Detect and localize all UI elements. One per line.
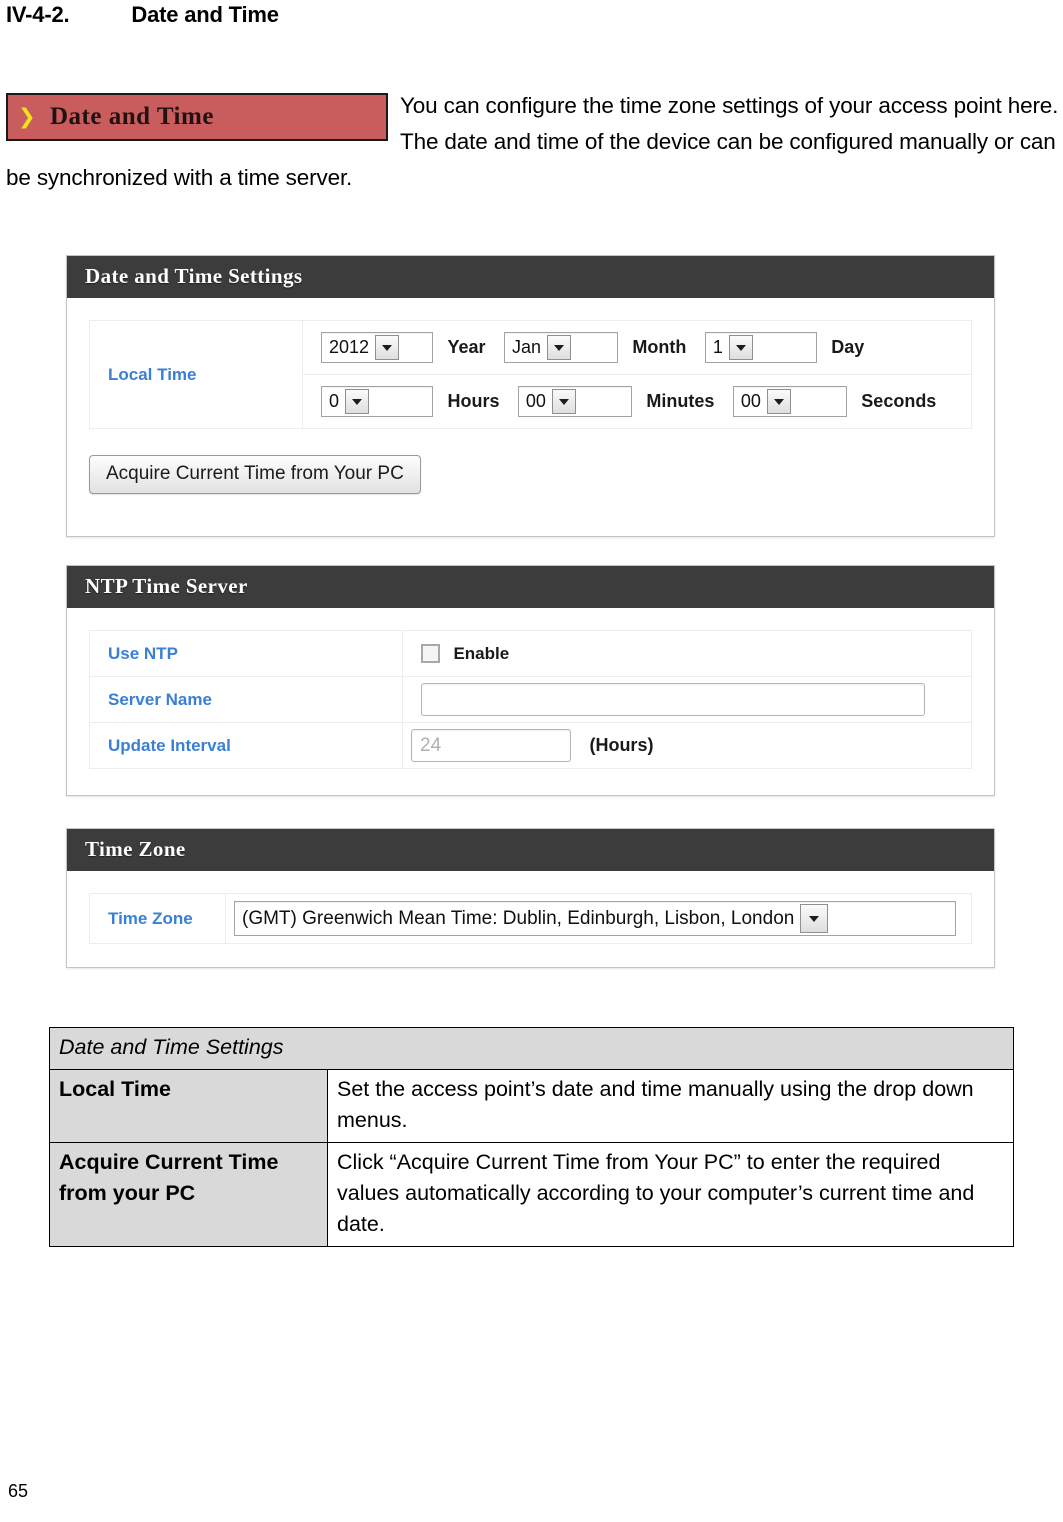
acquire-current-time-button[interactable]: Acquire Current Time from Your PC bbox=[89, 455, 421, 494]
local-time-label-cell: Local Time bbox=[89, 320, 303, 429]
chevron-down-icon[interactable] bbox=[375, 335, 400, 360]
section-number: IV-4-2. bbox=[6, 2, 70, 27]
time-zone-row: Time Zone (GMT) Greenwich Mean Time: Dub… bbox=[89, 893, 972, 944]
chevron-down-icon[interactable] bbox=[728, 335, 753, 360]
minutes-unit-label: Minutes bbox=[646, 391, 715, 411]
description-table-title: Date and Time Settings bbox=[49, 1027, 1014, 1070]
panel-body-date-time-settings: Local Time 2012 Year Jan Month 1 Day 0 H… bbox=[67, 298, 994, 514]
acquire-button-row: Acquire Current Time from Your PC bbox=[89, 455, 972, 494]
month-select[interactable]: Jan bbox=[503, 332, 618, 363]
use-ntp-value-cell: Enable bbox=[402, 630, 972, 677]
day-select[interactable]: 1 bbox=[704, 332, 817, 363]
server-name-row: Server Name bbox=[89, 676, 972, 723]
hours-select[interactable]: 0 bbox=[321, 386, 433, 417]
server-name-value-cell bbox=[402, 676, 972, 723]
time-zone-label: Time Zone bbox=[108, 908, 193, 928]
description-value-acquire-current-time: Click “Acquire Current Time from Your PC… bbox=[327, 1142, 1014, 1247]
ntp-time-server-panel: NTP Time Server Use NTP Enable Server Na… bbox=[66, 565, 995, 796]
banner-label: Date and Time bbox=[50, 103, 214, 130]
time-zone-label-cell: Time Zone bbox=[89, 893, 226, 944]
page-title: IV-4-2. Date and Time bbox=[6, 2, 279, 28]
chevron-down-icon[interactable] bbox=[345, 389, 370, 414]
time-zone-select-value: (GMT) Greenwich Mean Time: Dublin, Edinb… bbox=[242, 907, 795, 929]
time-zone-grid: Time Zone (GMT) Greenwich Mean Time: Dub… bbox=[89, 893, 972, 944]
hours-select-value: 0 bbox=[329, 391, 340, 411]
date-row-cell: 2012 Year Jan Month 1 Day bbox=[302, 320, 972, 375]
year-unit-label: Year bbox=[447, 337, 486, 357]
use-ntp-label: Use NTP bbox=[108, 643, 178, 663]
table-row: Local Time Set the access point’s date a… bbox=[49, 1069, 1014, 1143]
update-interval-units-label: (Hours) bbox=[589, 735, 654, 755]
time-zone-value-cell: (GMT) Greenwich Mean Time: Dublin, Edinb… bbox=[225, 893, 972, 944]
month-select-value: Jan bbox=[511, 337, 541, 357]
intro-block: ❯ Date and Time You can configure the ti… bbox=[6, 88, 1063, 196]
update-interval-label-cell: Update Interval bbox=[89, 722, 403, 769]
chevron-down-icon[interactable] bbox=[800, 904, 829, 933]
panel-body-ntp-time-server: Use NTP Enable Server Name Update Interv… bbox=[67, 608, 994, 789]
page-number: 65 bbox=[8, 1481, 29, 1501]
time-zone-select[interactable]: (GMT) Greenwich Mean Time: Dublin, Edinb… bbox=[234, 901, 956, 936]
update-interval-row: Update Interval 24 (Hours) bbox=[89, 722, 972, 769]
year-select-value: 2012 bbox=[329, 337, 370, 357]
description-key-acquire-current-time: Acquire Current Time from your PC bbox=[49, 1142, 328, 1247]
seconds-select-value: 00 bbox=[740, 391, 761, 411]
panel-body-time-zone: Time Zone (GMT) Greenwich Mean Time: Dub… bbox=[67, 871, 994, 964]
server-name-input[interactable] bbox=[421, 683, 925, 716]
panel-header-date-time-settings: Date and Time Settings bbox=[67, 256, 994, 298]
chevron-right-icon: ❯ bbox=[18, 104, 36, 129]
enable-ntp-label: Enable bbox=[453, 643, 510, 663]
seconds-select[interactable]: 00 bbox=[732, 386, 847, 417]
description-value-local-time: Set the access point’s date and time man… bbox=[327, 1069, 1014, 1143]
server-name-label: Server Name bbox=[108, 689, 212, 709]
chevron-down-icon[interactable] bbox=[766, 389, 791, 414]
update-interval-value-cell: 24 (Hours) bbox=[402, 722, 972, 769]
chevron-down-icon[interactable] bbox=[551, 389, 576, 414]
local-time-label: Local Time bbox=[108, 364, 197, 384]
minutes-select-value: 00 bbox=[525, 391, 546, 411]
date-and-time-settings-panel: Date and Time Settings Local Time 2012 Y… bbox=[66, 255, 995, 537]
minutes-select[interactable]: 00 bbox=[517, 386, 632, 417]
day-select-value: 1 bbox=[712, 337, 723, 357]
local-time-grid: Local Time 2012 Year Jan Month 1 Day 0 H… bbox=[89, 320, 972, 429]
table-row: Acquire Current Time from your PC Click … bbox=[49, 1142, 1014, 1247]
section-title: Date and Time bbox=[131, 2, 279, 27]
hours-unit-label: Hours bbox=[447, 391, 500, 411]
ntp-grid: Use NTP Enable Server Name Update Interv… bbox=[89, 630, 972, 769]
seconds-unit-label: Seconds bbox=[861, 391, 937, 411]
panel-header-ntp-time-server: NTP Time Server bbox=[67, 566, 994, 608]
use-ntp-label-cell: Use NTP bbox=[89, 630, 403, 677]
table-row: Date and Time Settings bbox=[49, 1027, 1014, 1070]
update-interval-input[interactable]: 24 bbox=[411, 729, 571, 762]
server-name-label-cell: Server Name bbox=[89, 676, 403, 723]
update-interval-label: Update Interval bbox=[108, 735, 231, 755]
time-row-cell: 0 Hours 00 Minutes 00 Seconds bbox=[302, 374, 972, 429]
year-select[interactable]: 2012 bbox=[321, 332, 433, 363]
panel-header-time-zone: Time Zone bbox=[67, 829, 994, 871]
day-unit-label: Day bbox=[831, 337, 865, 357]
month-unit-label: Month bbox=[632, 337, 687, 357]
description-key-local-time: Local Time bbox=[49, 1069, 328, 1143]
date-and-time-banner: ❯ Date and Time bbox=[6, 93, 388, 141]
enable-ntp-checkbox[interactable] bbox=[421, 644, 440, 663]
chevron-down-icon[interactable] bbox=[546, 335, 571, 360]
use-ntp-row: Use NTP Enable bbox=[89, 630, 972, 677]
time-zone-panel: Time Zone Time Zone (GMT) Greenwich Mean… bbox=[66, 828, 995, 968]
description-table: Date and Time Settings Local Time Set th… bbox=[49, 1027, 1014, 1247]
